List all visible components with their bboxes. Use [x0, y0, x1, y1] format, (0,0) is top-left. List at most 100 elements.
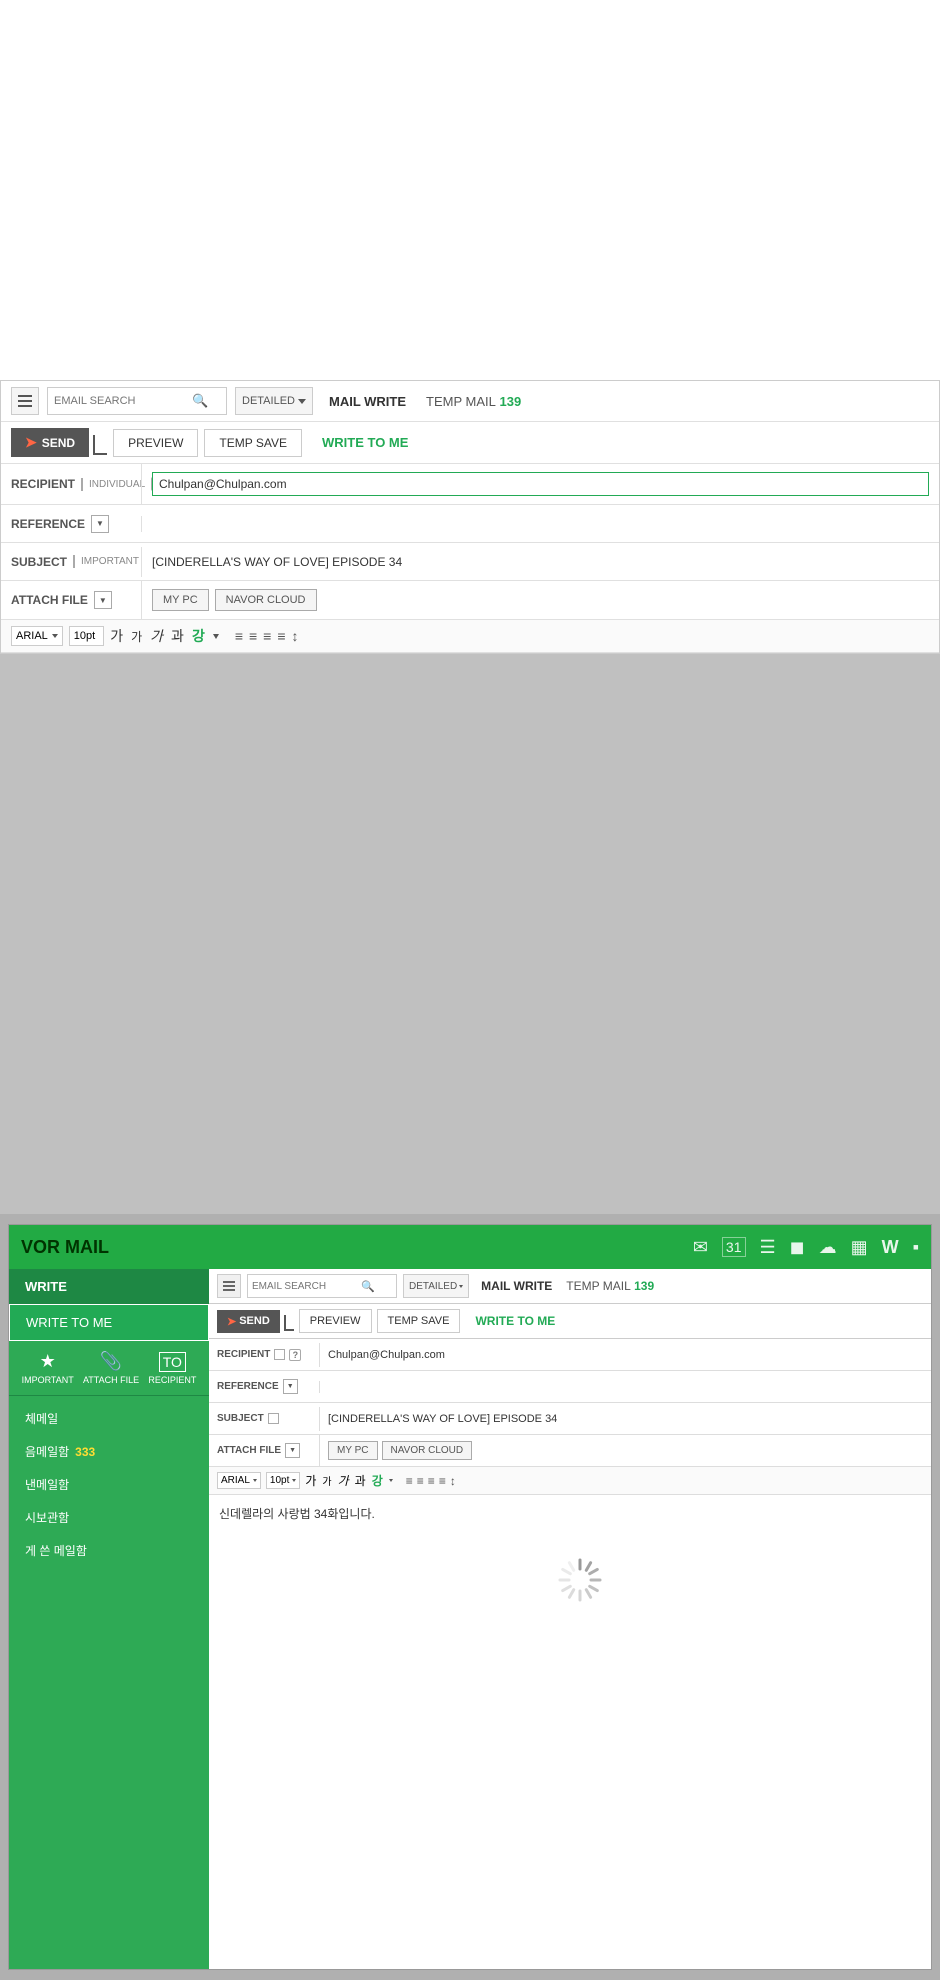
app-nav-temp-mail: TEMP MAIL 139 [566, 1279, 654, 1293]
sidebar-write-to-me-button[interactable]: WRITE TO ME [9, 1304, 209, 1341]
attach-dropdown-icon-1[interactable]: ▼ [94, 591, 112, 609]
app-attach-dropdown-icon[interactable]: ▼ [285, 1443, 300, 1458]
sidebar-recipient-icon[interactable]: TO RECIPIENT [148, 1352, 196, 1385]
sidebar-important-icon[interactable]: ★ IMPORTANT [22, 1351, 74, 1385]
cursor-icon [93, 435, 107, 455]
sidebar-item-chememail[interactable]: 체메일 [9, 1402, 209, 1435]
attach-label-1: ATTACH FILE ▼ [1, 583, 141, 617]
detailed-button-1[interactable]: DETAILED [235, 387, 313, 415]
app-search-icon[interactable]: 🔍 [358, 1280, 378, 1293]
notes-icon[interactable]: ◼ [790, 1237, 805, 1258]
app-send-button[interactable]: ➤ SEND [217, 1310, 280, 1333]
sidebar-item-naenmail[interactable]: 낸메일함 [9, 1468, 209, 1501]
app-preview-button[interactable]: PREVIEW [299, 1309, 372, 1333]
align-justify-button-1[interactable]: ≡ [277, 628, 285, 644]
app-editor-body[interactable]: 신데렐라의 사랑법 34화입니다. [209, 1495, 931, 1969]
app-recipient-label: RECIPIENT ? [209, 1343, 319, 1367]
sidebar-item-sibokwan[interactable]: 시보관함 [9, 1501, 209, 1534]
line-height-button-1[interactable]: ↕ [292, 628, 299, 644]
sidebar-item-gessunmail[interactable]: 게 쓴 메일함 [9, 1534, 209, 1567]
app-help-badge[interactable]: ? [289, 1349, 301, 1361]
nav-mail-write-1: MAIL WRITE [329, 394, 406, 409]
app-detailed-arrow-icon [459, 1285, 463, 1288]
app-navor-cloud-button[interactable]: NAVOR CLOUD [382, 1441, 473, 1460]
cloud-icon[interactable]: ☁ [819, 1237, 837, 1258]
app-search-input[interactable] [248, 1281, 358, 1292]
calendar-icon[interactable]: 31 [722, 1237, 746, 1257]
search-icon-1[interactable]: 🔍 [188, 393, 212, 409]
list-icon[interactable]: ☰ [760, 1237, 776, 1258]
app-header: VOR MAIL ✉ 31 ☰ ◼ ☁ ▦ W ▪ [9, 1225, 931, 1269]
grid-icon[interactable]: ▦ [851, 1237, 868, 1258]
middle-spacer [0, 654, 940, 1214]
font-select-1[interactable]: ARIAL [11, 626, 63, 646]
app-write-to-me-button[interactable]: WRITE TO ME [465, 1309, 565, 1333]
app-detailed-button[interactable]: DETAILED [403, 1274, 469, 1298]
korean-char-gwa-1[interactable]: 과 [171, 626, 184, 646]
size-select-1[interactable]: 10pt [69, 626, 104, 646]
align-right-button-1[interactable]: ≡ [263, 628, 271, 644]
app-align-left-button[interactable]: ≡ [406, 1474, 413, 1488]
app-temp-save-button[interactable]: TEMP SAVE [377, 1309, 461, 1333]
font-arrow-icon-1 [52, 634, 58, 638]
write-to-me-button-1[interactable]: WRITE TO ME [308, 429, 422, 456]
app-char-ga-italic[interactable]: 가 [338, 1472, 349, 1489]
attach-buttons-1: MY PC NAVOR CLOUD [152, 589, 929, 611]
app-align-right-button[interactable]: ≡ [428, 1474, 435, 1488]
korean-char-ga-italic-1[interactable]: 가 [150, 626, 163, 646]
app-char-gang[interactable]: 강 [372, 1472, 383, 1489]
sidebar-item-eummail[interactable]: 음메일함 333 [9, 1435, 209, 1468]
app-font-select[interactable]: ARIAL [217, 1472, 261, 1489]
app-char-ga2[interactable]: 가 [322, 1473, 331, 1488]
attach-row-1: ATTACH FILE ▼ MY PC NAVOR CLOUD [1, 581, 939, 620]
app-char-gwa[interactable]: 과 [355, 1472, 366, 1489]
individual-checkbox-1[interactable] [81, 478, 83, 491]
reference-value-1 [141, 516, 939, 532]
temp-save-button-1[interactable]: TEMP SAVE [204, 429, 302, 457]
recipient-input-1[interactable] [152, 472, 929, 496]
align-left-button-1[interactable]: ≡ [235, 628, 243, 644]
korean-char-gang-1[interactable]: 강 [192, 626, 205, 646]
app-section: VOR MAIL ✉ 31 ☰ ◼ ☁ ▦ W ▪ WRITE WRITE TO… [0, 1214, 940, 1980]
app-align-justify-button[interactable]: ≡ [439, 1474, 446, 1488]
app-individual-checkbox[interactable] [274, 1349, 285, 1360]
navor-cloud-button-1[interactable]: NAVOR CLOUD [215, 589, 317, 611]
sidebar-write-button[interactable]: WRITE [9, 1269, 209, 1304]
app-editor-toolbar: ARIAL 10pt 가 가 가 과 강 [209, 1467, 931, 1495]
app-char-ga[interactable]: 가 [305, 1472, 316, 1489]
toolbar-row-1: 🔍 DETAILED MAIL WRITE TEMP MAIL 139 [1, 381, 939, 422]
app-menu-button[interactable] [217, 1274, 241, 1298]
app-reference-dropdown-icon[interactable]: ▼ [283, 1379, 298, 1394]
app-important-checkbox[interactable] [268, 1413, 279, 1424]
app-font-arrow-icon [253, 1479, 257, 1482]
app-my-pc-button[interactable]: MY PC [328, 1441, 378, 1460]
my-pc-button-1[interactable]: MY PC [152, 589, 209, 611]
more-icon[interactable]: ▪ [913, 1237, 919, 1258]
app-recipient-value: Chulpan@Chulpan.com [319, 1343, 931, 1367]
mail-icon[interactable]: ✉ [693, 1237, 708, 1258]
subject-row-1: SUBJECT IMPORTANT [CINDERELLA'S WAY OF L… [1, 543, 939, 581]
subject-label-1: SUBJECT IMPORTANT [1, 547, 141, 577]
app-reference-label: REFERENCE ▼ [209, 1373, 319, 1400]
menu-button-1[interactable] [11, 387, 39, 415]
app-size-arrow-icon [292, 1479, 296, 1482]
search-input-1[interactable] [48, 395, 188, 407]
app-line-height-button[interactable]: ↕ [450, 1474, 456, 1488]
korean-char-ga-1[interactable]: 가 [110, 626, 123, 646]
preview-button-1[interactable]: PREVIEW [113, 429, 198, 457]
app-korean-dropdown-icon[interactable] [389, 1479, 393, 1482]
send-button-1[interactable]: ➤ SEND [11, 428, 89, 457]
important-checkbox-1[interactable] [73, 555, 75, 568]
app-align-center-button[interactable]: ≡ [417, 1474, 424, 1488]
recipient-label-1: RECIPIENT INDIVIDUAL ? [1, 469, 141, 499]
align-center-button-1[interactable]: ≡ [249, 628, 257, 644]
reference-dropdown-icon-1[interactable]: ▼ [91, 515, 109, 533]
korean-char-ga-small-1[interactable]: 가 [131, 628, 142, 645]
app-align-buttons: ≡ ≡ ≡ ≡ ↕ [406, 1474, 456, 1488]
korean-dropdown-icon-1[interactable] [213, 634, 219, 639]
loading-spinner [555, 1555, 605, 1608]
app-size-select[interactable]: 10pt [266, 1472, 300, 1489]
sidebar-attach-icon[interactable]: 📎 ATTACH FILE [83, 1351, 139, 1385]
app-cursor-icon [284, 1315, 294, 1331]
word-icon[interactable]: W [882, 1237, 899, 1258]
